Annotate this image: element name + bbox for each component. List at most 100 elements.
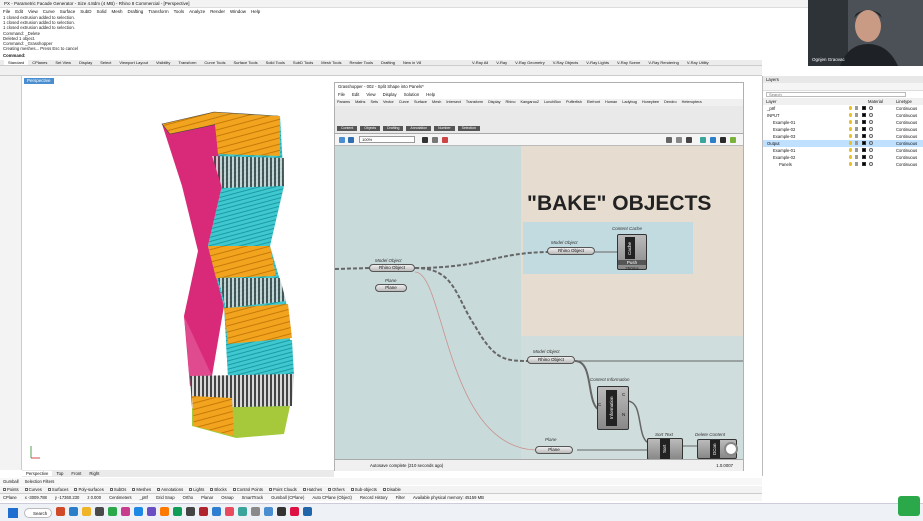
layer-color-swatch[interactable] — [862, 113, 866, 117]
layer-visible-icon[interactable] — [849, 113, 852, 117]
gh-menu-view[interactable]: View — [366, 92, 375, 97]
osnap-checkbox[interactable] — [269, 488, 273, 491]
layer-material-icon[interactable] — [869, 127, 873, 131]
layer-lock-icon[interactable] — [855, 106, 858, 110]
osnap-disable[interactable]: Disable — [382, 487, 401, 492]
toolbar-tab-7[interactable]: Transform — [174, 60, 200, 65]
osnap-checkbox[interactable] — [328, 488, 332, 491]
gh-open-icon[interactable] — [339, 137, 345, 143]
vray-tab-7[interactable]: V-Ray Utility — [683, 60, 713, 65]
gh-tab-display[interactable]: Display — [488, 100, 500, 104]
toolbar-tab-6[interactable]: Visibility — [152, 60, 174, 65]
menu-item-solid[interactable]: Solid — [97, 9, 107, 14]
gh-tab-rhino[interactable]: Rhino — [506, 100, 516, 104]
taskbar-app-icon[interactable] — [56, 507, 65, 516]
vray-tab-2[interactable]: V-Ray Geometry — [511, 60, 549, 65]
model-object-2-node[interactable]: Rhino Object — [547, 247, 595, 255]
gh-tab-honeybee[interactable]: Honeybee — [642, 100, 659, 104]
menu-item-drafting[interactable]: Drafting — [128, 9, 144, 14]
layer-color-swatch[interactable] — [862, 134, 866, 138]
viewport-tab-right[interactable]: Right — [85, 471, 103, 476]
toolbar-tab-9[interactable]: Surface Tools — [229, 60, 261, 65]
gh-eye-icon[interactable] — [432, 137, 438, 143]
menu-item-render[interactable]: Render — [210, 9, 225, 14]
osnap-poly-surfaces[interactable]: Poly-surfaces — [74, 487, 104, 492]
toolbar-tab-8[interactable]: Curve Tools — [200, 60, 229, 65]
osnap-subds[interactable]: SubDs — [109, 487, 126, 492]
gh-menu-help[interactable]: Help — [426, 92, 435, 97]
vray-tab-3[interactable]: V-Ray Objects — [549, 60, 583, 65]
status-item[interactable]: Centimeters — [109, 495, 132, 500]
gh-zoom-extents-icon[interactable] — [422, 137, 428, 143]
toolbar-tab-11[interactable]: SubD Tools — [289, 60, 317, 65]
layer-row[interactable]: Example-03 Continuous — [763, 133, 923, 140]
toolbar-tab-1[interactable]: CPlanes — [28, 60, 51, 65]
gh-save-icon[interactable] — [348, 137, 354, 143]
taskbar-app-icon[interactable] — [82, 507, 91, 516]
gh-tab-vector[interactable]: Vector — [383, 100, 394, 104]
layer-visible-icon[interactable] — [849, 141, 852, 145]
layer-lock-icon[interactable] — [855, 141, 858, 145]
layer-row[interactable]: Panels Continuous — [763, 161, 923, 168]
status-item[interactable]: Grid Snap — [156, 495, 175, 500]
menu-item-subd[interactable]: SubD — [80, 9, 91, 14]
vray-tab-5[interactable]: V-Ray Scene — [613, 60, 644, 65]
layer-visible-icon[interactable] — [849, 106, 852, 110]
vray-tab-1[interactable]: V-Ray — [492, 60, 511, 65]
status-item[interactable]: Record History — [360, 495, 388, 500]
osnap-annotations[interactable]: Annotations — [157, 487, 183, 492]
command-tab-selection-filters[interactable]: Selection Filters — [25, 479, 55, 484]
status-item[interactable]: Filter — [396, 495, 405, 500]
taskbar-app-icon[interactable] — [186, 507, 195, 516]
gh-menu-edit[interactable]: Edit — [352, 92, 359, 97]
gh-tab-dendro[interactable]: Dendro — [664, 100, 676, 104]
menu-item-curve[interactable]: Curve — [43, 9, 55, 14]
layer-color-swatch[interactable] — [862, 148, 866, 152]
gh-canvas[interactable]: "BAKE" OBJECTS Model Object Rhino Object… — [335, 146, 743, 459]
toolbar-tab-12[interactable]: Mesh Tools — [317, 60, 345, 65]
status-item[interactable]: x -3009.788 — [25, 495, 47, 500]
status-item[interactable]: Available physical memory: 45159 MB — [413, 495, 484, 500]
taskbar-app-icon[interactable] — [277, 507, 286, 516]
status-item[interactable]: SmartTrack — [242, 495, 263, 500]
gh-category-annotation[interactable]: Annotation — [406, 126, 432, 131]
taskbar-app-icon[interactable] — [121, 507, 130, 516]
osnap-checkbox[interactable] — [157, 488, 161, 491]
status-item[interactable]: Gumball (CPlane) — [271, 495, 304, 500]
layer-material-icon[interactable] — [869, 120, 873, 124]
command-tab-gumball[interactable]: Gumball — [3, 479, 19, 484]
gh-tab-transform[interactable]: Transform — [466, 100, 483, 104]
menu-item-window[interactable]: Window — [230, 9, 246, 14]
windows-start-icon[interactable] — [8, 508, 18, 518]
command-line[interactable]: Command: — [0, 53, 800, 59]
layer-row[interactable]: Output Continuous — [763, 140, 923, 147]
gh-category-number[interactable]: Number — [434, 126, 455, 131]
taskbar-app-icon[interactable] — [160, 507, 169, 516]
taskbar-app-icon[interactable] — [173, 507, 182, 516]
gh-tab-mesh[interactable]: Mesh — [432, 100, 441, 104]
taskbar-app-icon[interactable] — [212, 507, 221, 516]
status-item[interactable]: Osnap — [221, 495, 233, 500]
osnap-curves[interactable]: Curves — [24, 487, 42, 492]
taskbar-app-icon[interactable] — [303, 507, 312, 516]
vray-tab-4[interactable]: V-Ray Lights — [582, 60, 613, 65]
layer-visible-icon[interactable] — [849, 127, 852, 131]
vray-tab-6[interactable]: V-Ray Rendering — [644, 60, 682, 65]
gh-tab-curve[interactable]: Curve — [399, 100, 409, 104]
toolbar-tab-14[interactable]: Drafting — [377, 60, 399, 65]
menu-item-help[interactable]: Help — [251, 9, 260, 14]
osnap-checkbox[interactable] — [132, 488, 136, 491]
layer-visible-icon[interactable] — [849, 148, 852, 152]
layer-color-swatch[interactable] — [862, 127, 866, 131]
taskbar-app-icon[interactable] — [134, 507, 143, 516]
toolbar-tab-15[interactable]: New in V8 — [399, 60, 425, 65]
gh-tab-params[interactable]: Params — [337, 100, 350, 104]
gh-tab-elefront[interactable]: Elefront — [587, 100, 600, 104]
gh-tab-pufferfish[interactable]: Pufferfish — [566, 100, 582, 104]
layer-material-icon[interactable] — [869, 106, 873, 110]
osnap-point-clouds[interactable]: Point Clouds — [269, 487, 297, 492]
taskbar-app-icon[interactable] — [251, 507, 260, 516]
osnap-control-points[interactable]: Control Points — [232, 487, 263, 492]
menu-item-tools[interactable]: Tools — [174, 9, 185, 14]
osnap-checkbox[interactable] — [109, 488, 113, 491]
